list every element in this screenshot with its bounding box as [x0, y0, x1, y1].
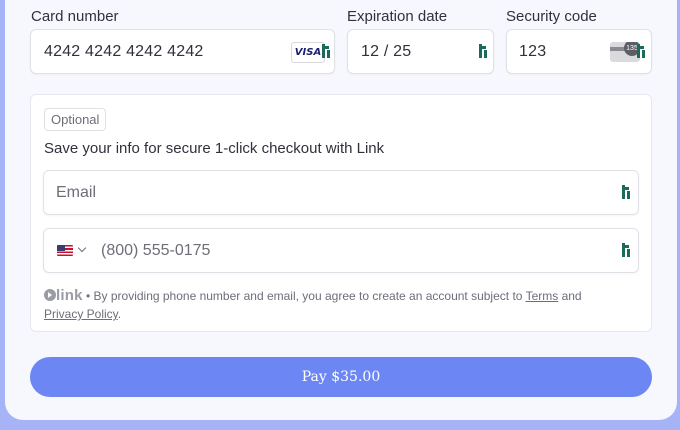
- email-placeholder: Email: [56, 184, 97, 201]
- email-field[interactable]: Email: [43, 170, 639, 215]
- link-autofill-icon[interactable]: [637, 44, 647, 58]
- legal-end: .: [117, 307, 122, 321]
- expiration-value: 12 / 25: [361, 43, 412, 60]
- card-number-label: Card number: [31, 8, 119, 25]
- phone-field[interactable]: (800) 555-0175: [43, 228, 639, 273]
- link-wordmark: link: [56, 287, 83, 304]
- link-signup-section: Optional Save your info for secure 1-cli…: [30, 94, 652, 332]
- link-autofill-icon[interactable]: [622, 185, 632, 199]
- link-logo-icon: [44, 289, 56, 301]
- visa-icon: VISA: [291, 42, 325, 63]
- card-back-cvc-icon: 135: [610, 42, 640, 62]
- link-legal-text: link • By providing phone number and ema…: [44, 287, 644, 323]
- privacy-policy-link[interactable]: Privacy Policy: [44, 307, 118, 321]
- security-code-value: 123: [519, 43, 547, 60]
- legal-prefix: • By providing phone number and email, y…: [82, 289, 526, 303]
- optional-badge: Optional: [44, 108, 107, 131]
- expiration-label: Expiration date: [347, 8, 448, 25]
- legal-and: and: [558, 289, 582, 303]
- card-number-field[interactable]: 4242 4242 4242 4242 VISA: [30, 29, 335, 74]
- link-autofill-icon[interactable]: [479, 44, 489, 58]
- security-code-label: Security code: [506, 8, 597, 25]
- terms-link[interactable]: Terms: [526, 289, 559, 303]
- us-flag-icon: [57, 245, 73, 256]
- link-autofill-icon[interactable]: [322, 44, 332, 58]
- country-selector[interactable]: [57, 243, 93, 258]
- link-save-heading: Save your info for secure 1-click checko…: [44, 140, 385, 157]
- expiration-field[interactable]: 12 / 25: [347, 29, 494, 74]
- phone-placeholder: (800) 555-0175: [101, 242, 211, 259]
- pay-button[interactable]: Pay $35.00: [30, 357, 652, 397]
- link-autofill-icon[interactable]: [622, 243, 632, 257]
- chevron-down-icon: [77, 243, 87, 253]
- card-number-value: 4242 4242 4242 4242: [44, 43, 204, 60]
- security-code-field[interactable]: 123 135: [506, 29, 652, 74]
